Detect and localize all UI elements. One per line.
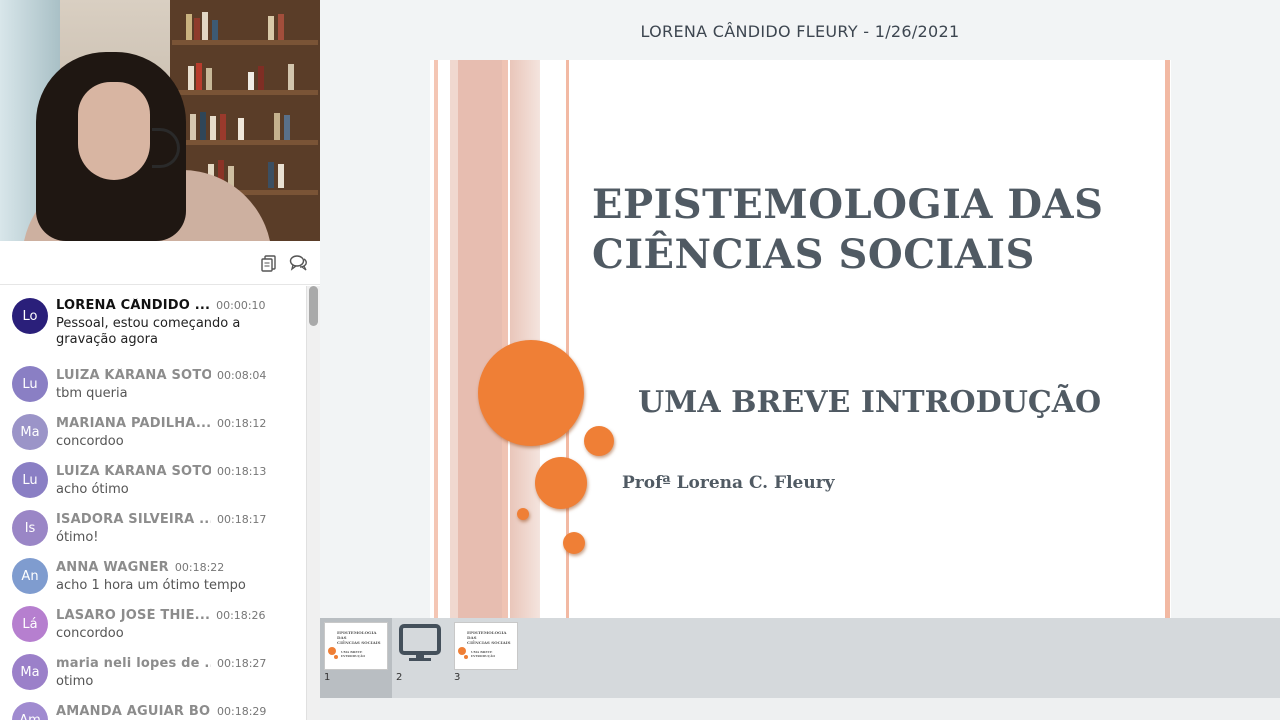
slide-stripe xyxy=(458,60,502,618)
decorative-circle xyxy=(563,532,585,554)
thumbnail-title: EPISTEMOLOGIA DAS CIÊNCIAS SOCIAIS xyxy=(467,630,511,645)
slide-title-line: CIÊNCIAS SOCIAIS xyxy=(592,231,1035,278)
avatar: Lu xyxy=(12,366,48,402)
message-author: AMANDA AGUIAR BO... xyxy=(56,704,211,719)
avatar: Am xyxy=(12,702,48,720)
message-time: 00:18:27 xyxy=(217,657,267,670)
slide-title-line: EPISTEMOLOGIA DAS xyxy=(592,181,1104,228)
slide-stripe xyxy=(502,60,508,618)
chat-message: Am AMANDA AGUIAR BO... 00:18:29 xyxy=(0,692,306,720)
avatar: Ma xyxy=(12,414,48,450)
bottom-bar xyxy=(320,698,1280,720)
chat-message: An ANNA WAGNER 00:18:22 acho 1 hora um ót… xyxy=(0,548,306,596)
shelf-board xyxy=(172,90,318,95)
message-text: Pessoal, estou começando a gravação agor… xyxy=(56,316,241,347)
message-text: acho 1 hora um ótimo tempo xyxy=(56,578,246,593)
message-author: LORENA CÂNDIDO ... xyxy=(56,298,211,313)
message-author: maria neli lopes de ... xyxy=(56,656,211,671)
recording-title: LORENA CÂNDIDO FLEURY - 1/26/2021 xyxy=(640,21,960,41)
thumbnail-image: EPISTEMOLOGIA DAS CIÊNCIAS SOCIAIS UMA BR… xyxy=(454,622,518,670)
message-author: MARIANA PADILHA... xyxy=(56,416,211,431)
message-author: ISADORA SILVEIRA ... xyxy=(56,512,211,527)
message-author: LÁSARO JOSÉ THIE... xyxy=(56,608,211,623)
thumbnail-image: EPISTEMOLOGIA DAS CIÊNCIAS SOCIAIS UMA BR… xyxy=(324,622,388,670)
person-face xyxy=(78,82,150,180)
thumbnail-number: 2 xyxy=(396,672,403,683)
avatar: Is xyxy=(12,510,48,546)
avatar: Ma xyxy=(12,654,48,690)
chat-message: Lu LUIZA KÂRANA SOTO ... 00:18:13 acho ót… xyxy=(0,452,306,500)
chat-message: Is ISADORA SILVEIRA ... 00:18:17 ótimo! xyxy=(0,500,306,548)
shelf-board xyxy=(172,140,318,145)
message-time: 00:18:13 xyxy=(217,465,267,478)
chat-message-list[interactable]: Lo LORENA CÂNDIDO ... 00:00:10 Pessoal, e… xyxy=(0,286,306,720)
thumbnail-subtitle: UMA BREVE INTRODUÇÃO xyxy=(471,650,496,658)
copy-icon[interactable] xyxy=(259,253,279,273)
thumbnail-subtitle: UMA BREVE INTRODUÇÃO xyxy=(341,650,366,658)
message-time: 00:18:26 xyxy=(216,609,266,622)
left-panel: Lo LORENA CÂNDIDO ... 00:00:10 Pessoal, e… xyxy=(0,0,320,720)
slide-stripe xyxy=(434,60,438,618)
thumbnail-number: 3 xyxy=(454,672,461,683)
avatar: Lo xyxy=(12,298,48,334)
message-author: LUIZA KÂRANA SOTO ... xyxy=(56,464,211,479)
slide-stripe xyxy=(1165,60,1170,618)
decorative-circle xyxy=(478,340,584,446)
message-author: LUIZA KÂRANA SOTO ... xyxy=(56,368,211,383)
book-row xyxy=(178,60,314,90)
message-text: otimo xyxy=(56,674,94,689)
decorative-circle xyxy=(584,426,614,456)
shelf-board xyxy=(172,40,318,45)
message-text: acho ótimo xyxy=(56,482,129,497)
chat-bubbles-icon[interactable] xyxy=(289,253,309,273)
message-text: concordoo xyxy=(56,434,124,449)
message-time: 00:00:10 xyxy=(216,299,266,312)
thumbnail-3[interactable]: EPISTEMOLOGIA DAS CIÊNCIAS SOCIAIS UMA BR… xyxy=(450,618,522,698)
chat-message: Lá LÁSARO JOSÉ THIE... 00:18:26 concordoo xyxy=(0,596,306,644)
slide-author: Profª Lorena C. Fleury xyxy=(622,473,835,493)
book-row xyxy=(178,110,314,140)
slide-thumbnail-strip: EPISTEMOLOGIA DAS CIÊNCIAS SOCIAIS UMA BR… xyxy=(320,618,1280,698)
slide-stripe xyxy=(510,60,540,618)
thumbnail-title: EPISTEMOLOGIA DAS CIÊNCIAS SOCIAIS xyxy=(337,630,381,645)
decorative-circle xyxy=(535,457,587,509)
avatar: An xyxy=(12,558,48,594)
scrollbar-thumb[interactable] xyxy=(309,286,318,326)
thumbnail-1[interactable]: EPISTEMOLOGIA DAS CIÊNCIAS SOCIAIS UMA BR… xyxy=(320,618,392,698)
avatar: Lá xyxy=(12,606,48,642)
thumbnail-number: 1 xyxy=(324,672,331,683)
presentation-area: LORENA CÂNDIDO FLEURY - 1/26/2021 EPISTE… xyxy=(320,0,1280,720)
message-time: 00:18:17 xyxy=(217,513,267,526)
chat-message: Lu LUIZA KÂRANA SOTO ... 00:08:04 tbm que… xyxy=(0,356,306,404)
chat-message: Lo LORENA CÂNDIDO ... 00:00:10 Pessoal, e… xyxy=(0,286,306,356)
book-row xyxy=(178,10,314,40)
decorative-circle xyxy=(517,508,529,520)
avatar: Lu xyxy=(12,462,48,498)
webcam-video xyxy=(0,0,320,241)
chat-message: Ma maria neli lopes de ... 00:18:27 otimo xyxy=(0,644,306,692)
slide-subtitle: UMA BREVE INTRODUÇÃO xyxy=(638,385,1102,420)
message-text: concordoo xyxy=(56,626,124,641)
message-time: 00:18:22 xyxy=(174,561,225,574)
presentation-slide: EPISTEMOLOGIA DAS CIÊNCIAS SOCIAIS UMA B… xyxy=(430,60,1171,618)
chat-scrollbar[interactable] xyxy=(306,286,320,720)
monitor-icon xyxy=(398,624,442,668)
chat-message: Ma MARIANA PADILHA... 00:18:12 concordoo xyxy=(0,404,306,452)
slide-title: EPISTEMOLOGIA DAS CIÊNCIAS SOCIAIS xyxy=(592,180,1152,280)
message-time: 00:18:29 xyxy=(217,705,267,718)
message-author: ANNA WAGNER xyxy=(56,560,169,575)
message-text: tbm queria xyxy=(56,386,128,401)
message-text: ótimo! xyxy=(56,530,99,545)
message-time: 00:18:12 xyxy=(217,417,267,430)
chat-toolbar xyxy=(0,241,320,285)
message-time: 00:08:04 xyxy=(217,369,267,382)
